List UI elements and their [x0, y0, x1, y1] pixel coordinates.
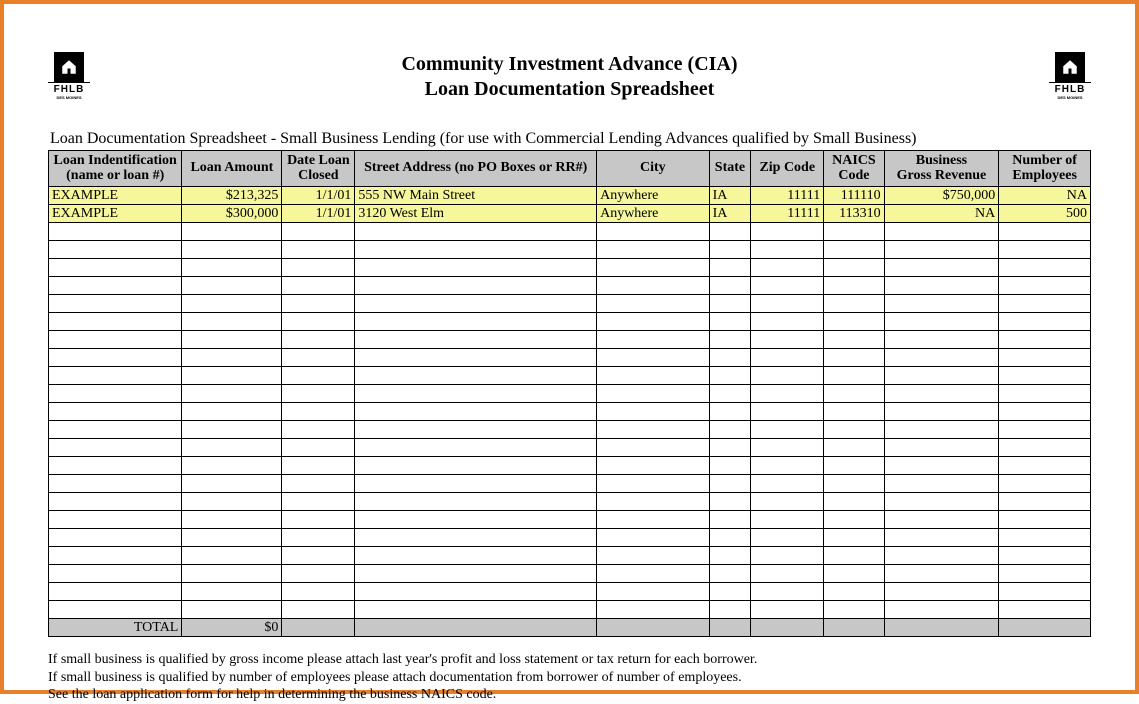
table-row-empty — [49, 403, 1091, 421]
cell-city: Anywhere — [597, 205, 710, 223]
cell-loanid: EXAMPLE — [49, 205, 182, 223]
table-row-empty — [49, 349, 1091, 367]
total-row: TOTAL$0 — [49, 619, 1091, 637]
table-row-empty — [49, 367, 1091, 385]
house-icon — [54, 52, 84, 82]
table-row-empty — [49, 313, 1091, 331]
table-row-empty — [49, 493, 1091, 511]
table-row-empty — [49, 295, 1091, 313]
table-row-empty — [49, 439, 1091, 457]
total-label: TOTAL — [49, 619, 182, 637]
logo-label: FHLB — [1049, 82, 1091, 95]
table-row-empty — [49, 583, 1091, 601]
table-row-empty — [49, 331, 1091, 349]
note-line: If small business is qualified by number… — [48, 669, 1091, 687]
caption: Loan Documentation Spreadsheet - Small B… — [50, 130, 1091, 148]
column-header: Street Address (no PO Boxes or RR#) — [355, 151, 597, 187]
table-row-empty — [49, 277, 1091, 295]
logo-label: FHLB — [48, 82, 90, 95]
cell-amount: $213,325 — [182, 187, 282, 205]
column-header: Loan Amount — [182, 151, 282, 187]
column-header: Number ofEmployees — [999, 151, 1091, 187]
cell-loanid: EXAMPLE — [49, 187, 182, 205]
house-icon — [1055, 52, 1085, 82]
cell-naics: 113310 — [824, 205, 884, 223]
cell-zip: 11111 — [751, 205, 824, 223]
logo-sublabel: DES MOINES — [56, 95, 81, 100]
cell-state: IA — [709, 205, 751, 223]
cell-revenue: $750,000 — [884, 187, 999, 205]
cell-emp: 500 — [999, 205, 1091, 223]
cell-state: IA — [709, 187, 751, 205]
table-row-empty — [49, 511, 1091, 529]
cell-amount: $300,000 — [182, 205, 282, 223]
table-row-empty — [49, 547, 1091, 565]
table-row-empty — [49, 529, 1091, 547]
table-row-empty — [49, 421, 1091, 439]
column-header: BusinessGross Revenue — [884, 151, 999, 187]
table-row-empty — [49, 223, 1091, 241]
table-row-empty — [49, 601, 1091, 619]
total-value: $0 — [182, 619, 282, 637]
column-header: State — [709, 151, 751, 187]
cell-addr: 555 NW Main Street — [355, 187, 597, 205]
table-row-empty — [49, 565, 1091, 583]
table-row-empty — [49, 259, 1091, 277]
logo-right: FHLB DES MOINES — [1049, 52, 1091, 100]
table-row-empty — [49, 241, 1091, 259]
column-header: NAICSCode — [824, 151, 884, 187]
note-line: See the loan application form for help i… — [48, 686, 1091, 704]
cell-zip: 11111 — [751, 187, 824, 205]
cell-date: 1/1/01 — [282, 187, 355, 205]
table-row-empty — [49, 475, 1091, 493]
column-header: City — [597, 151, 710, 187]
note-line: If small business is qualified by gross … — [48, 651, 1091, 669]
cell-date: 1/1/01 — [282, 205, 355, 223]
table-row: EXAMPLE$300,0001/1/013120 West ElmAnywhe… — [49, 205, 1091, 223]
notes: If small business is qualified by gross … — [48, 651, 1091, 704]
page-title-line2: Loan Documentation Spreadsheet — [90, 77, 1049, 102]
cell-naics: 111110 — [824, 187, 884, 205]
cell-revenue: NA — [884, 205, 999, 223]
table-row-empty — [49, 385, 1091, 403]
column-header: Zip Code — [751, 151, 824, 187]
cell-emp: NA — [999, 187, 1091, 205]
cell-city: Anywhere — [597, 187, 710, 205]
page-title-line1: Community Investment Advance (CIA) — [90, 52, 1049, 77]
logo-left: FHLB DES MOINES — [48, 52, 90, 100]
column-header: Date LoanClosed — [282, 151, 355, 187]
column-header: Loan Indentification(name or loan #) — [49, 151, 182, 187]
spreadsheet-table: Loan Indentification(name or loan #)Loan… — [48, 150, 1091, 637]
table-row-empty — [49, 457, 1091, 475]
logo-sublabel: DES MOINES — [1057, 95, 1082, 100]
table-row: EXAMPLE$213,3251/1/01555 NW Main StreetA… — [49, 187, 1091, 205]
cell-addr: 3120 West Elm — [355, 205, 597, 223]
